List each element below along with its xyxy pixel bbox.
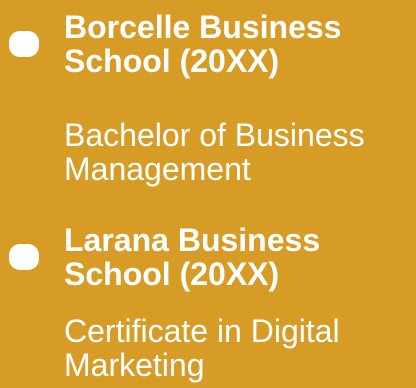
school-name: Borcelle Business School (20XX) bbox=[64, 10, 341, 78]
bullet-icon bbox=[9, 244, 39, 270]
bullet-icon bbox=[9, 31, 39, 57]
school-name: Larana Business School (20XX) bbox=[64, 223, 320, 291]
degree-title: Bachelor of Business Management bbox=[64, 118, 365, 186]
school-name-line: School (20XX) bbox=[64, 256, 280, 292]
school-name-line: Larana Business bbox=[64, 222, 321, 258]
degree-title-line: Certificate in Digital bbox=[64, 313, 340, 349]
school-name-line: Borcelle Business bbox=[64, 9, 342, 45]
degree-title-line: Marketing bbox=[64, 347, 205, 383]
school-name-line: School (20XX) bbox=[64, 43, 280, 79]
degree-title: Certificate in Digital Marketing bbox=[64, 314, 340, 382]
degree-title-line: Management bbox=[64, 151, 251, 187]
degree-title-line: Bachelor of Business bbox=[64, 117, 365, 153]
